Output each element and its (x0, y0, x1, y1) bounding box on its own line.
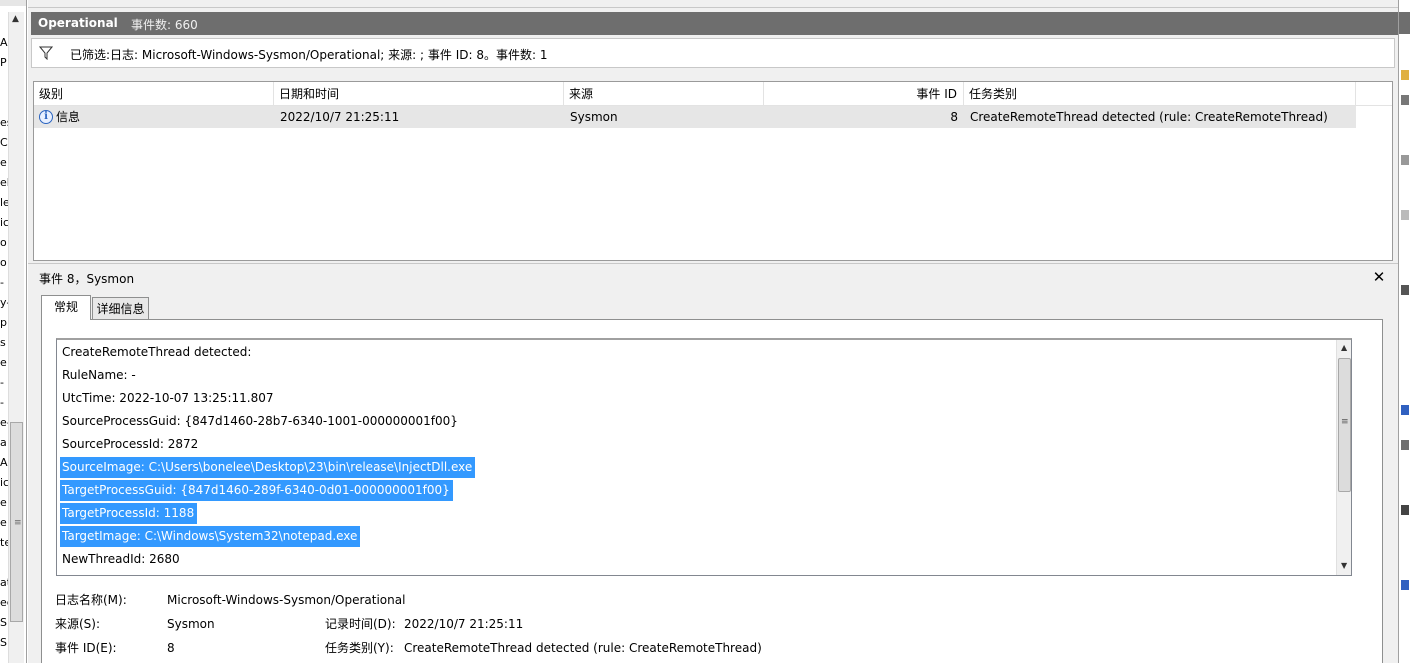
event-id-value: 8 (167, 641, 175, 655)
column-header-datetime[interactable]: 日期和时间 (274, 82, 564, 106)
message-line-selected[interactable]: SourceImage: C:\Users\bonelee\Desktop\23… (60, 457, 476, 478)
action-icon[interactable] (1401, 505, 1409, 515)
action-icon[interactable] (1401, 405, 1409, 415)
top-strip (28, 0, 1398, 8)
message-scrollbar[interactable]: ▲ ≡ ▼ (1336, 340, 1351, 575)
navigation-pane-clipped: A P es C e el le ic o o - y- p s e - - e… (0, 0, 27, 663)
table-row[interactable]: i 信息 2022/10/7 21:25:11 Sysmon 8 CreateR… (34, 106, 1356, 128)
left-pane-top-strip (0, 0, 26, 6)
filter-bar: 已筛选:日志: Microsoft-Windows-Sysmon/Operati… (31, 38, 1395, 68)
row-event-id: 8 (950, 110, 958, 124)
message-line[interactable]: SourceProcessGuid: {847d1460-28b7-6340-1… (60, 411, 461, 432)
close-icon[interactable]: ✕ (1370, 268, 1388, 286)
logged-label: 记录时间(D): (325, 617, 396, 631)
log-name-value: Microsoft-Windows-Sysmon/Operational (167, 593, 406, 607)
action-icon[interactable] (1401, 440, 1409, 450)
scroll-thumb[interactable]: ≡ (1338, 358, 1351, 492)
grip-icon: ≡ (14, 518, 22, 528)
scroll-thumb[interactable]: ≡ (10, 422, 23, 622)
row-level: 信息 (56, 110, 81, 124)
scroll-up-icon[interactable]: ▲ (12, 14, 19, 24)
logged-value: 2022/10/7 21:25:11 (404, 617, 524, 631)
column-header-source[interactable]: 来源 (564, 82, 764, 106)
event-detail-header: 事件 8，Sysmon ✕ (31, 267, 1395, 289)
message-line[interactable]: NewThreadId: 2680 (60, 549, 183, 570)
source-label: 来源(S): (55, 617, 101, 631)
column-header-event-id[interactable]: 事件 ID (764, 82, 964, 106)
main-pane: Operational 事件数: 660 已筛选:日志: Microsoft-W… (28, 0, 1398, 663)
message-line[interactable]: SourceProcessId: 2872 (60, 434, 201, 455)
tab-details[interactable]: 详细信息 (92, 297, 149, 320)
scroll-up-icon[interactable]: ▲ (1341, 343, 1347, 352)
log-name-label: 日志名称(M): (55, 593, 127, 607)
message-line-selected[interactable]: TargetProcessId: 1188 (60, 503, 198, 524)
grip-icon: ≡ (1341, 417, 1349, 427)
event-count: 事件数: 660 (131, 18, 198, 32)
left-pane-scrollbar[interactable]: ▲ ≡ (8, 12, 24, 663)
log-title: Operational (38, 16, 118, 30)
action-icon[interactable] (1401, 70, 1409, 80)
event-list[interactable]: 级别 日期和时间 来源 事件 ID 任务类别 i 信息 2022/10/7 21… (33, 81, 1393, 261)
action-icon[interactable] (1401, 210, 1409, 220)
message-line[interactable]: RuleName: - (60, 365, 139, 386)
column-header-task-category[interactable]: 任务类别 (964, 82, 1356, 106)
message-line[interactable]: CreateRemoteThread detected: (60, 342, 254, 363)
tab-general[interactable]: 常规 (41, 295, 91, 320)
row-source: Sysmon (570, 110, 618, 124)
task-category-label: 任务类别(Y): (325, 641, 394, 655)
task-category-value: CreateRemoteThread detected (rule: Creat… (404, 641, 762, 655)
message-line-selected[interactable]: TargetProcessGuid: {847d1460-289f-6340-0… (60, 480, 453, 501)
action-icon[interactable] (1401, 155, 1409, 165)
event-list-header: 级别 日期和时间 来源 事件 ID 任务类别 (34, 82, 1392, 106)
info-icon: i (39, 110, 53, 124)
action-icon[interactable] (1401, 285, 1409, 295)
column-header-level[interactable]: 级别 (34, 82, 274, 106)
filter-icon (39, 46, 53, 60)
filter-description: 已筛选:日志: Microsoft-Windows-Sysmon/Operati… (70, 48, 548, 62)
row-task-category: CreateRemoteThread detected (rule: Creat… (970, 110, 1328, 124)
actions-header (1399, 12, 1410, 34)
action-icon[interactable] (1401, 95, 1409, 105)
action-icon[interactable] (1401, 580, 1409, 590)
actions-pane-clipped (1398, 0, 1410, 663)
row-datetime: 2022/10/7 21:25:11 (280, 110, 400, 124)
event-detail-title: 事件 8，Sysmon (39, 272, 135, 286)
source-value: Sysmon (167, 617, 215, 631)
message-line[interactable]: UtcTime: 2022-10-07 13:25:11.807 (60, 388, 276, 409)
general-tab-panel: CreateRemoteThread detected: RuleName: -… (41, 319, 1383, 663)
event-message-box[interactable]: CreateRemoteThread detected: RuleName: -… (56, 338, 1352, 576)
event-id-label: 事件 ID(E): (55, 641, 117, 655)
log-header-bar: Operational 事件数: 660 (31, 12, 1398, 35)
message-line-selected[interactable]: TargetImage: C:\Windows\System32\notepad… (60, 526, 361, 547)
scroll-down-icon[interactable]: ▼ (1341, 561, 1347, 570)
